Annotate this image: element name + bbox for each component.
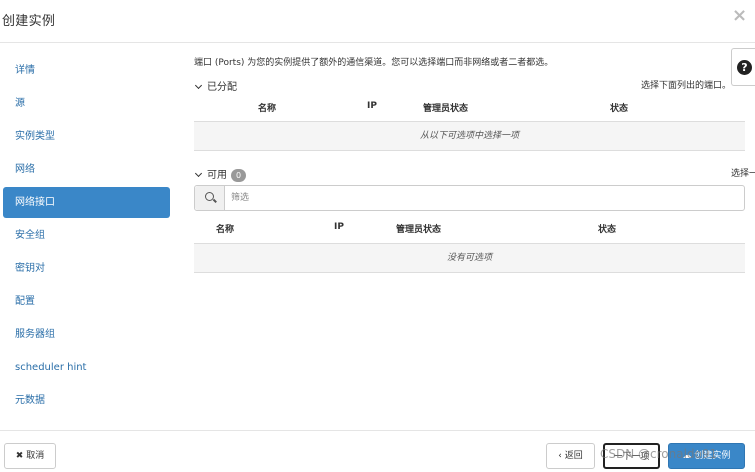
sidebar-item-network-ports[interactable]: 网络接口 [3,187,170,218]
sidebar-item-metadata[interactable]: 元数据 [3,385,170,416]
watermark: CSDN @cronaldo91 [600,447,718,461]
cancel-button[interactable]: ✖ 取消 [4,443,56,469]
filter-box [194,185,745,211]
available-col-ip[interactable]: IP [334,222,344,232]
sidebar-item-details[interactable]: 详情 [3,55,170,86]
available-hint: 选择一个 [731,169,755,179]
available-count-badge: 0 [231,169,246,182]
allocated-empty-row: 从以下可选项中选择一项 [194,122,745,150]
allocated-col-admin-state[interactable]: 管理员状态 [423,101,468,114]
sidebar-item-networks[interactable]: 网络 [3,154,170,185]
filter-addon [195,186,225,210]
sidebar-item-source[interactable]: 源 [3,88,170,119]
question-icon: ? [737,60,752,75]
available-col-admin-state[interactable]: 管理员状态 [396,222,441,235]
available-col-status[interactable]: 状态 [598,222,616,235]
available-toggle[interactable]: 可用 0 [194,166,246,182]
sidebar-item-key-pair[interactable]: 密钥对 [3,253,170,284]
available-heading: 可用 [207,170,227,181]
allocated-col-name[interactable]: 名称 [258,101,276,114]
table-divider [194,272,745,273]
table-divider [194,150,745,151]
available-empty-row: 没有可选项 [194,244,745,272]
close-icon: ✖ [15,451,24,461]
sidebar-item-flavor[interactable]: 实例类型 [3,121,170,152]
chevron-down-icon [194,81,203,90]
allocated-heading: 已分配 [207,82,237,93]
sidebar-item-configuration[interactable]: 配置 [3,286,170,317]
close-icon[interactable]: × [732,6,747,26]
modal-title: 创建实例 [2,14,56,29]
help-button[interactable]: ? [731,48,755,86]
chevron-down-icon [194,169,203,178]
step-description: 端口 (Ports) 为您的实例提供了额外的通信渠道。您可以选择端口而非网络或者… [194,58,554,68]
modal-header: 创建实例 × [0,0,755,43]
cancel-label: 取消 [26,451,45,461]
allocated-col-status[interactable]: 状态 [610,101,628,114]
back-button[interactable]: ‹ 返回 [546,443,595,469]
allocated-col-ip[interactable]: IP [367,101,377,111]
filter-input[interactable] [231,190,731,206]
search-icon [205,192,214,201]
sidebar-item-server-groups[interactable]: 服务器组 [3,319,170,350]
allocated-hint: 选择下面列出的端口。 [641,81,732,91]
allocated-toggle[interactable]: 已分配 [194,78,237,93]
sidebar-item-security-groups[interactable]: 安全组 [3,220,170,251]
available-col-name[interactable]: 名称 [216,222,234,235]
sidebar-item-scheduler-hint[interactable]: scheduler hint [3,352,170,383]
